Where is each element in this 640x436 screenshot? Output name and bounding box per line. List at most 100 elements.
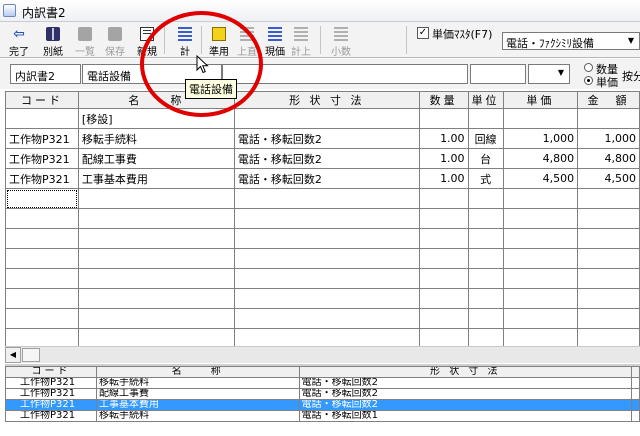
- table-cell[interactable]: 4,800: [577, 148, 640, 169]
- table-cell[interactable]: 1.00: [418, 128, 469, 149]
- master-category-select[interactable]: 電話・ﾌｧｸｼﾐﾘ設備 ▼: [502, 32, 640, 50]
- table-cell[interactable]: [467, 188, 504, 209]
- table-cell[interactable]: [502, 328, 579, 347]
- table-cell[interactable]: 1,000: [502, 128, 579, 149]
- table-cell[interactable]: [77, 188, 235, 209]
- table-cell[interactable]: [467, 248, 504, 269]
- list-cell[interactable]: [630, 399, 640, 411]
- table-cell[interactable]: 1,000: [577, 128, 640, 149]
- current-price-button[interactable]: 現価: [262, 25, 288, 58]
- table-cell[interactable]: 電話・移転回数2: [233, 148, 420, 169]
- post-button[interactable]: 計上: [288, 25, 314, 58]
- table-cell[interactable]: [577, 208, 640, 229]
- list-cell[interactable]: 電話・移転回数2: [298, 399, 632, 411]
- table-row[interactable]: [5, 188, 640, 209]
- column-header[interactable]: 数量: [418, 91, 469, 109]
- column-header[interactable]: コード: [5, 91, 79, 109]
- list-cell[interactable]: 配線工事費: [95, 388, 300, 400]
- table-cell[interactable]: [502, 308, 579, 329]
- table-row[interactable]: [移設]: [5, 108, 640, 129]
- table-cell[interactable]: 4,800: [502, 148, 579, 169]
- list-cell[interactable]: 工作物P321: [5, 377, 97, 389]
- column-header[interactable]: 形 状 寸 法: [298, 366, 632, 378]
- table-cell[interactable]: [577, 108, 640, 129]
- table-cell[interactable]: [5, 228, 79, 249]
- table-row[interactable]: [5, 248, 640, 269]
- list-item[interactable]: 工作物P321 配線工事費 電話・移転回数2: [5, 388, 640, 400]
- table-cell[interactable]: [418, 188, 469, 209]
- document-name-field[interactable]: 内訳書2: [10, 64, 81, 84]
- table-cell[interactable]: [467, 288, 504, 309]
- table-cell[interactable]: 工作物P321: [5, 168, 79, 189]
- list-cell[interactable]: 工作物P321: [5, 399, 97, 411]
- column-header[interactable]: 形 状 寸 法: [233, 91, 420, 109]
- radio-circle[interactable]: [584, 63, 593, 72]
- table-cell[interactable]: [467, 208, 504, 229]
- table-cell[interactable]: [77, 228, 235, 249]
- table-cell[interactable]: [577, 268, 640, 289]
- table-cell[interactable]: [5, 208, 79, 229]
- list-cell[interactable]: 電話・移転回数2: [298, 388, 632, 400]
- table-cell[interactable]: 電話・移転回数2: [233, 168, 420, 189]
- table-cell[interactable]: [5, 108, 79, 129]
- list-item[interactable]: 工作物P321 工事基本費用 電話・移転回数2: [5, 399, 640, 411]
- table-cell[interactable]: [577, 328, 640, 347]
- column-header[interactable]: コード: [5, 366, 97, 378]
- table-cell[interactable]: 4,500: [577, 168, 640, 189]
- list-cell[interactable]: 電話・移転回数2: [298, 377, 632, 389]
- table-cell[interactable]: [233, 188, 420, 209]
- separate-sheet-button[interactable]: 別紙: [40, 25, 66, 58]
- decimal-button[interactable]: 小数: [328, 25, 354, 58]
- list-cell[interactable]: [630, 377, 640, 389]
- table-cell[interactable]: [502, 288, 579, 309]
- column-header[interactable]: 金 額: [577, 91, 640, 109]
- unit-select[interactable]: ▼: [528, 64, 570, 84]
- table-cell[interactable]: 工作物P321: [5, 128, 79, 149]
- table-cell[interactable]: [418, 328, 469, 347]
- table-cell[interactable]: [77, 208, 235, 229]
- table-cell[interactable]: [418, 208, 469, 229]
- list-cell[interactable]: 移転手続料: [95, 377, 300, 389]
- table-cell[interactable]: [577, 228, 640, 249]
- table-cell[interactable]: [467, 228, 504, 249]
- table-cell[interactable]: [577, 288, 640, 309]
- table-cell[interactable]: 1.00: [418, 168, 469, 189]
- table-cell[interactable]: [418, 268, 469, 289]
- column-header[interactable]: 単価: [502, 91, 579, 109]
- table-row[interactable]: 工作物P321 配線工事費 電話・移転回数2 1.00 台 4,800 4,800: [5, 148, 640, 169]
- table-cell[interactable]: [577, 188, 640, 209]
- scroll-thumb[interactable]: [22, 348, 40, 362]
- list-item[interactable]: 工作物P321 移転手続料 電話・移転回数1: [5, 410, 640, 422]
- table-cell[interactable]: [5, 188, 79, 209]
- list-cell[interactable]: 工作物P321: [5, 410, 97, 422]
- table-cell[interactable]: 配線工事費: [77, 148, 235, 169]
- table-cell[interactable]: [502, 228, 579, 249]
- table-cell[interactable]: [77, 328, 235, 347]
- table-cell[interactable]: [5, 328, 79, 347]
- horizontal-scrollbar[interactable]: ◀: [5, 346, 640, 363]
- table-row[interactable]: [5, 268, 640, 289]
- list-button[interactable]: 一覧: [72, 25, 98, 58]
- table-cell[interactable]: [467, 308, 504, 329]
- table-cell[interactable]: [502, 248, 579, 269]
- table-cell[interactable]: 電話・移転回数2: [233, 128, 420, 149]
- list-cell[interactable]: [630, 410, 640, 422]
- table-cell[interactable]: [77, 308, 235, 329]
- table-cell[interactable]: 式: [467, 168, 504, 189]
- quantity-field[interactable]: [470, 64, 526, 84]
- dropdown-arrow-icon[interactable]: ▼: [624, 34, 638, 48]
- table-cell[interactable]: [233, 248, 420, 269]
- table-cell[interactable]: [418, 248, 469, 269]
- table-row[interactable]: [5, 228, 640, 249]
- table-cell[interactable]: [233, 228, 420, 249]
- table-cell[interactable]: [5, 268, 79, 289]
- table-cell[interactable]: [467, 268, 504, 289]
- dropdown-arrow-icon[interactable]: ▼: [554, 66, 568, 82]
- table-cell[interactable]: [77, 248, 235, 269]
- list-cell[interactable]: 工作物P321: [5, 388, 97, 400]
- list-item[interactable]: 工作物P321 移転手続料 電話・移転回数2: [5, 377, 640, 389]
- table-cell[interactable]: [467, 328, 504, 347]
- list-cell[interactable]: [630, 388, 640, 400]
- table-cell[interactable]: [577, 308, 640, 329]
- table-row[interactable]: 工作物P321 移転手続料 電話・移転回数2 1.00 回線 1,000 1,000: [5, 128, 640, 149]
